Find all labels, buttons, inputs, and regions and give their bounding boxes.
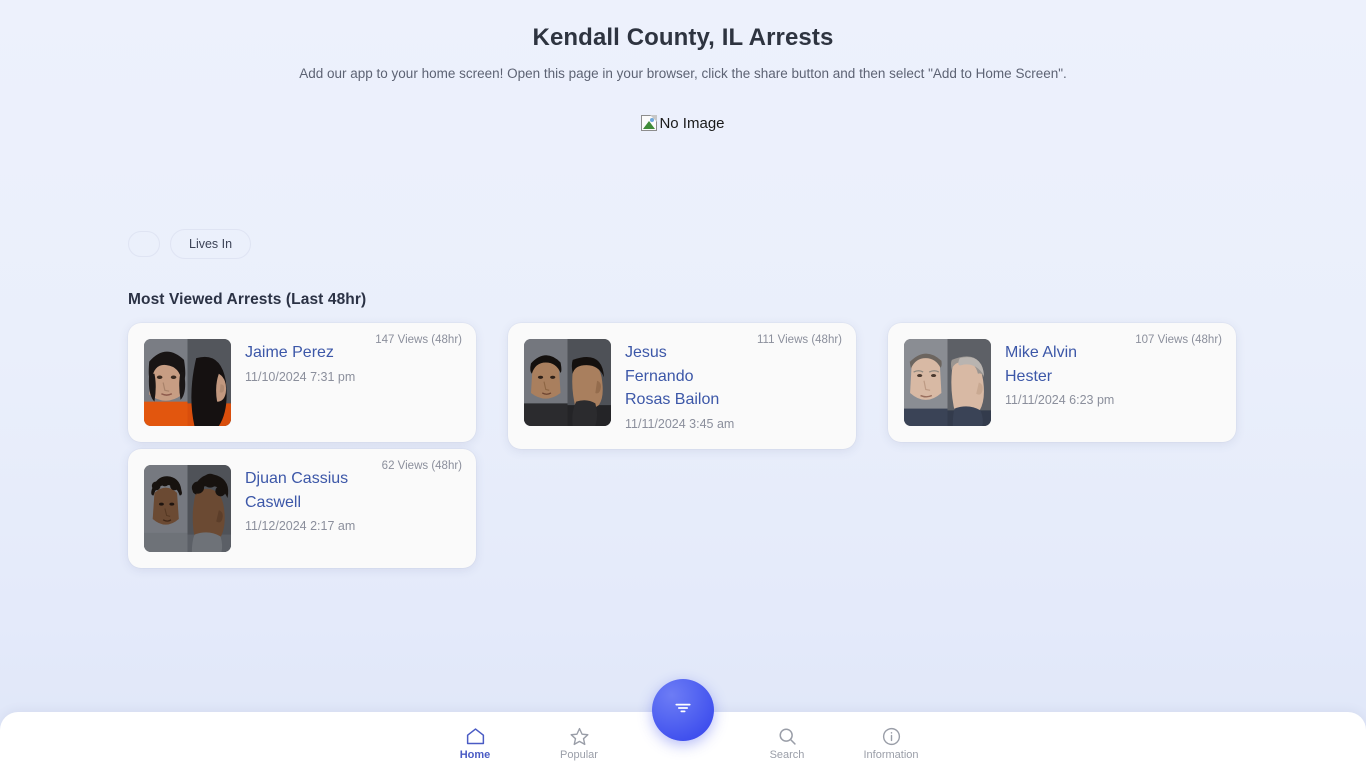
broken-image-icon — [641, 115, 658, 132]
mugshot-image — [904, 339, 991, 427]
arrest-card[interactable]: Mike Alvin Hester 11/11/2024 6:23 pm 107… — [888, 323, 1236, 443]
page-title: Kendall County, IL Arrests — [532, 24, 834, 51]
nav-item-search[interactable]: Search — [750, 726, 824, 761]
arrest-date: 11/11/2024 6:23 pm — [1005, 393, 1115, 408]
section-title-most-viewed: Most Viewed Arrests (Last 48hr) — [128, 291, 367, 309]
page-subtitle: Add our app to your home screen! Open th… — [299, 65, 1067, 81]
arrest-card[interactable]: Jaime Perez 11/10/2024 7:31 pm 147 Views… — [128, 323, 476, 443]
nav-label-home: Home — [459, 748, 491, 761]
mugshot-image — [144, 339, 231, 427]
nav-item-information[interactable]: Information — [854, 726, 928, 761]
arrest-card-body: Djuan Cassius Caswell 11/12/2024 2:17 am — [245, 465, 460, 552]
arrest-card[interactable]: Djuan Cassius Caswell 11/12/2024 2:17 am… — [128, 449, 476, 569]
filter-pill-lives-in[interactable]: Lives In — [170, 229, 252, 260]
arrest-views-count: 107 Views (48hr) — [1135, 334, 1222, 347]
nav-label-information: Information — [863, 748, 919, 761]
bottom-navigation-bar: Home Popular Search Information — [0, 679, 1366, 768]
arrest-card-body: Mike Alvin Hester 11/11/2024 6:23 pm — [1005, 339, 1220, 426]
filter-fab-button[interactable] — [652, 679, 714, 741]
main-content: Lives In Most Viewed Arrests (Last 48hr) — [0, 229, 1366, 569]
banner-broken-image: No Image — [641, 114, 725, 132]
arrests-grid: Jaime Perez 11/10/2024 7:31 pm 147 Views… — [128, 323, 1238, 569]
search-icon — [777, 726, 798, 747]
filter-pill-row: Lives In — [128, 229, 1238, 260]
arrest-date: 11/12/2024 2:17 am — [245, 519, 356, 534]
home-icon — [465, 726, 486, 747]
mugshot-image — [144, 465, 231, 553]
mugshot-image — [524, 339, 611, 427]
banner-alt-text: No Image — [659, 114, 725, 132]
nav-item-home[interactable]: Home — [438, 726, 512, 761]
arrest-card-body: Jaime Perez 11/10/2024 7:31 pm — [245, 339, 460, 426]
arrest-date: 11/11/2024 3:45 am — [625, 417, 735, 432]
filter-funnel-icon — [673, 698, 693, 723]
arrest-views-count: 147 Views (48hr) — [375, 334, 462, 347]
nav-item-popular[interactable]: Popular — [542, 726, 616, 761]
arrest-person-name[interactable]: Mike Alvin Hester — [1005, 341, 1117, 388]
nav-label-popular: Popular — [560, 748, 598, 761]
nav-label-search: Search — [769, 748, 805, 761]
star-icon — [569, 726, 590, 747]
arrest-person-name[interactable]: Djuan Cassius Caswell — [245, 467, 357, 514]
arrest-person-name[interactable]: Jaime Perez — [245, 341, 357, 365]
arrest-card[interactable]: Jesus Fernando Rosas Bailon 11/11/2024 3… — [508, 323, 856, 450]
filter-pill-empty[interactable] — [128, 231, 160, 258]
arrest-views-count: 62 Views (48hr) — [381, 460, 462, 473]
arrest-date: 11/10/2024 7:31 pm — [245, 369, 356, 384]
info-icon — [881, 726, 902, 747]
arrest-views-count: 111 Views (48hr) — [756, 334, 842, 347]
page-header: Kendall County, IL Arrests Add our app t… — [0, 0, 1366, 83]
arrest-card-body: Jesus Fernando Rosas Bailon 11/11/2024 3… — [625, 339, 840, 433]
arrest-person-name[interactable]: Jesus Fernando Rosas Bailon — [625, 341, 737, 412]
banner-image-container: No Image — [0, 115, 1366, 185]
